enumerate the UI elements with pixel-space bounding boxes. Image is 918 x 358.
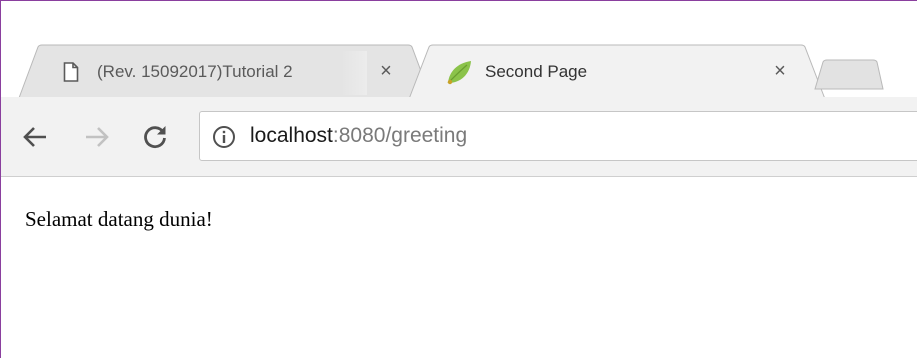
back-arrow-icon[interactable] xyxy=(17,119,53,155)
url-path: :8080/greeting xyxy=(332,124,468,147)
reload-icon[interactable] xyxy=(137,119,173,155)
new-tab-icon[interactable] xyxy=(813,59,885,91)
close-tab-icon[interactable]: × xyxy=(770,61,790,81)
greeting-text: Selamat datang dunia! xyxy=(25,207,213,231)
info-icon[interactable] xyxy=(212,125,236,149)
forward-arrow-icon[interactable] xyxy=(79,119,115,155)
tab-tutorial[interactable]: (Rev. 15092017)Tutorial 2 × xyxy=(18,44,432,99)
browser-window: (Rev. 15092017)Tutorial 2 × Second Page … xyxy=(0,0,917,358)
toolbar: localhost:8080/greeting xyxy=(1,97,917,177)
tab-title-fade xyxy=(341,51,367,95)
address-bar[interactable]: localhost:8080/greeting xyxy=(199,111,917,161)
url-host: localhost xyxy=(250,124,333,147)
tab-title: (Rev. 15092017)Tutorial 2 xyxy=(97,62,293,81)
url-text: localhost:8080/greeting xyxy=(250,112,467,160)
tab-strip: (Rev. 15092017)Tutorial 2 × Second Page … xyxy=(1,1,917,100)
page-content: Selamat datang dunia! xyxy=(1,177,917,358)
close-tab-icon[interactable]: × xyxy=(376,61,396,81)
tab-title: Second Page xyxy=(485,62,588,81)
tab-second-page[interactable]: Second Page × xyxy=(408,44,826,100)
